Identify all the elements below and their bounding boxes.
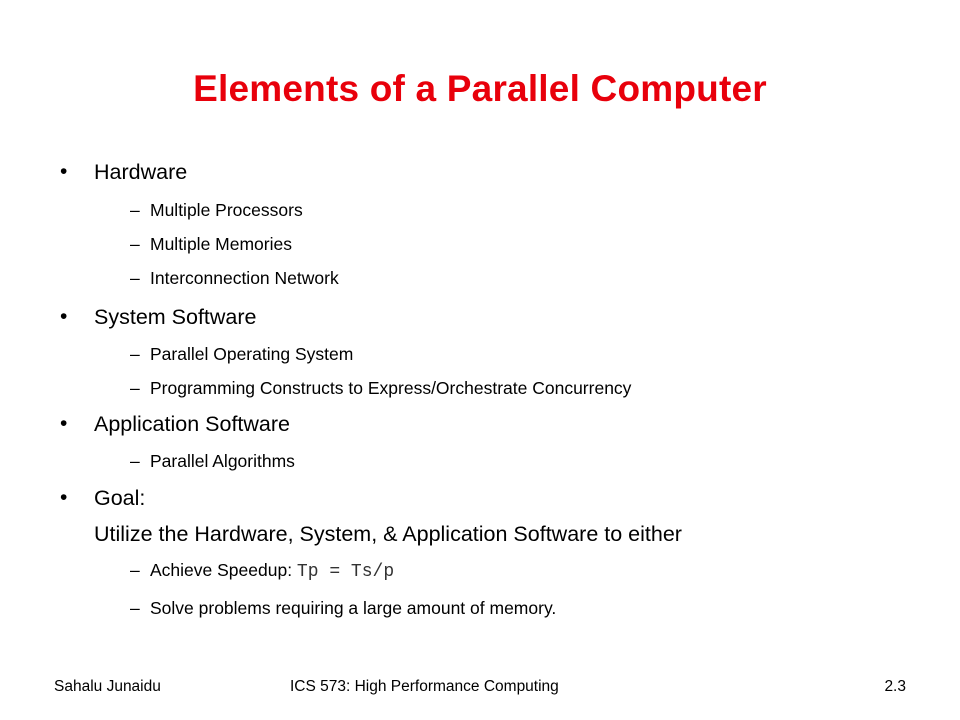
dash-icon: – bbox=[130, 268, 140, 288]
footer-slide-number: 2.3 bbox=[884, 678, 906, 695]
bullet-icon: • bbox=[60, 160, 68, 183]
slide-title: Elements of a Parallel Computer bbox=[193, 68, 767, 109]
subitem-parallel-os: Parallel Operating System bbox=[150, 344, 354, 364]
subitem-parallel-algorithms: Parallel Algorithms bbox=[150, 451, 295, 471]
subitem-achieve-speedup: Achieve Speedup: Tp = Ts/p bbox=[150, 560, 394, 582]
subitem-programming-constructs: Programming Constructs to Express/Orches… bbox=[150, 378, 632, 398]
speedup-label: Achieve Speedup: bbox=[150, 560, 297, 580]
bullet-icon: • bbox=[60, 305, 68, 328]
bullet-icon: • bbox=[60, 486, 68, 509]
subitem-multiple-processors: Multiple Processors bbox=[150, 200, 303, 220]
dash-icon: – bbox=[130, 598, 140, 618]
dash-icon: – bbox=[130, 560, 140, 580]
footer-author: Sahalu Junaidu bbox=[54, 678, 161, 695]
subitem-solve-problems: Solve problems requiring a large amount … bbox=[150, 598, 557, 618]
bullet-system-software: System Software bbox=[94, 305, 257, 329]
dash-icon: – bbox=[130, 378, 140, 398]
dash-icon: – bbox=[130, 234, 140, 254]
bullet-application-software: Application Software bbox=[94, 412, 290, 436]
subitem-multiple-memories: Multiple Memories bbox=[150, 234, 292, 254]
bullet-hardware: Hardware bbox=[94, 160, 188, 184]
dash-icon: – bbox=[130, 344, 140, 364]
subitem-interconnection-network: Interconnection Network bbox=[150, 268, 339, 288]
dash-icon: – bbox=[130, 200, 140, 220]
dash-icon: – bbox=[130, 451, 140, 471]
speedup-formula: Tp = Ts/p bbox=[296, 562, 395, 582]
bullet-goal: Goal: bbox=[94, 486, 146, 510]
goal-description: Utilize the Hardware, System, & Applicat… bbox=[94, 522, 682, 546]
footer-course: ICS 573: High Performance Computing bbox=[290, 678, 559, 695]
bullet-icon: • bbox=[60, 412, 68, 435]
